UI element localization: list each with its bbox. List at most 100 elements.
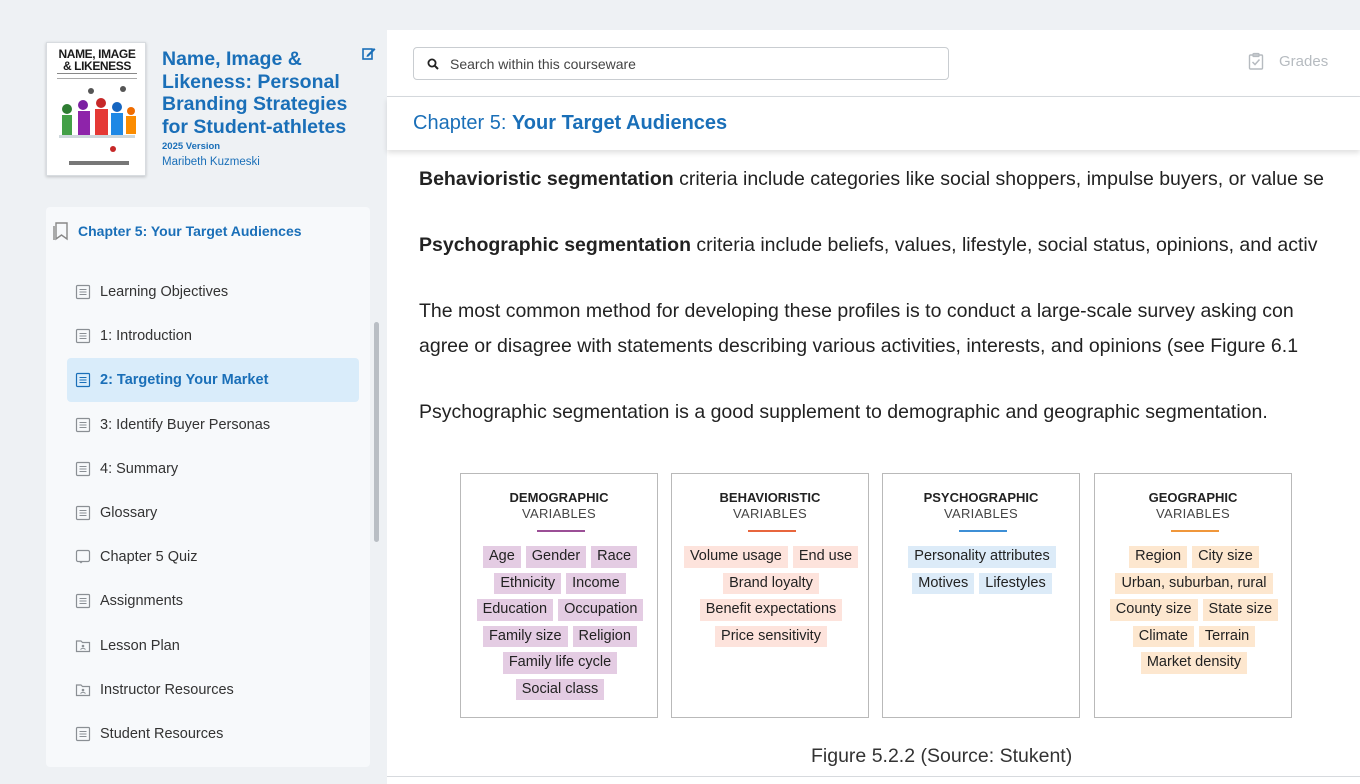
variable-tag: Volume usage	[683, 546, 788, 568]
variable-tag: Income	[566, 572, 626, 594]
variable-tag: Ethnicity	[494, 572, 562, 594]
toc-item-learning-objectives[interactable]: Learning Objectives	[67, 270, 359, 314]
variable-tag: City size	[1192, 546, 1259, 568]
toc-item-4-summary[interactable]: 4: Summary	[67, 447, 359, 491]
page-icon	[75, 329, 91, 344]
toc-item-1-introduction[interactable]: 1: Introduction	[67, 314, 359, 358]
toc-item-label: 3: Identify Buyer Personas	[100, 416, 271, 433]
athletes-illustration	[59, 86, 136, 152]
book-version: 2025 Version	[162, 141, 221, 152]
box-accent-line	[1171, 530, 1219, 532]
psychographic-variables-box: PSYCHOGRAPHIC VARIABLES Personality attrib…	[882, 473, 1080, 718]
quiz-icon	[75, 550, 91, 564]
variable-tag: Family life cycle	[502, 652, 618, 674]
paragraph-psychographic: Psychographic segmentation criteria incl…	[419, 228, 1317, 263]
cover-author-line	[69, 161, 129, 165]
toc-item-3-identify-buyer-personas[interactable]: 3: Identify Buyer Personas	[67, 403, 359, 447]
divider	[387, 776, 1360, 777]
box-accent-line	[959, 530, 1007, 532]
variable-tag: Climate	[1132, 625, 1194, 647]
cover-subtitle-lines	[57, 73, 137, 79]
grades-label: Grades	[1279, 52, 1329, 70]
grades-button[interactable]: Grades	[1247, 52, 1328, 70]
toc-item-label: 1: Introduction	[100, 328, 192, 345]
paragraph-supplement: Psychographic segmentation is a good sup…	[419, 401, 1268, 423]
page-icon	[75, 417, 91, 432]
variable-tag: Education	[476, 599, 554, 621]
edit-icon[interactable]	[362, 46, 376, 60]
variable-tags: Region City size Urban, suburban, rural Cou…	[1099, 546, 1289, 674]
variable-tag: Market density	[1140, 652, 1248, 674]
variable-tags: Personality attributes Motives Lifestyles	[887, 546, 1077, 594]
search-input[interactable]	[450, 55, 930, 72]
variable-tag: Price sensitivity	[715, 625, 827, 647]
book-cover[interactable]: NAME, IMAGE & LIKENESS	[46, 42, 146, 176]
box-title: PSYCHOGRAPHIC	[923, 490, 1039, 505]
box-subtitle: VARIABLES	[733, 506, 807, 521]
variable-tag: Urban, suburban, rural	[1115, 572, 1273, 594]
box-accent-line	[748, 530, 796, 532]
variable-tags: Age Gender Race Ethnicity Income Education Occ…	[465, 546, 655, 700]
variable-tag: Lifestyles	[979, 572, 1052, 594]
toc-item-lesson-plan[interactable]: Lesson Plan	[67, 624, 359, 668]
bookmark-icon	[53, 222, 68, 241]
variable-tags: Volume usage End use Brand loyalty Benefit …	[676, 546, 866, 647]
toc-chapter-label: Chapter 5: Your Target Audiences	[78, 223, 302, 239]
toc-item-label: Glossary	[100, 505, 158, 521]
toc-item-label: Student Resources	[100, 726, 224, 742]
variable-tag: Terrain	[1198, 625, 1256, 647]
sidebar: NAME, IMAGE & LIKENESS Name, Image & Lik…	[0, 0, 387, 784]
toc-item-instructor-resources[interactable]: Instructor Resources	[67, 668, 359, 712]
paragraph-behavioristic: Behavioristic segmentation criteria incl…	[419, 162, 1324, 197]
box-subtitle: VARIABLES	[522, 506, 596, 521]
box-subtitle: VARIABLES	[944, 506, 1018, 521]
behavioristic-variables-box: BEHAVIORISTIC VARIABLES Volume usage End us…	[671, 473, 869, 718]
variable-tag: Region	[1129, 546, 1188, 568]
chapter-name: Your Target Audiences	[511, 112, 728, 134]
box-title: GEOGRAPHIC	[1148, 490, 1238, 505]
chapter-title: Chapter 5: Your Target Audiences	[413, 112, 727, 135]
chapter-prefix: Chapter 5:	[413, 112, 512, 134]
toc-item-label: Learning Objectives	[100, 284, 229, 300]
main-content: Grades Chapter 5: Your Target Audiences …	[387, 30, 1360, 784]
term-psychographic: Psychographic segmentation	[419, 234, 691, 256]
chapter-header: Chapter 5: Your Target Audiences	[387, 97, 1360, 150]
variable-tag: Personality attributes	[908, 546, 1056, 568]
paragraph-survey-line-2: agree or disagree with statements descri…	[419, 335, 1299, 357]
toc-item-assignments[interactable]: Assignments	[67, 579, 359, 623]
folder-icon	[75, 684, 91, 696]
folder-icon	[75, 639, 91, 652]
variable-tag: Benefit expectations	[699, 599, 843, 621]
page-icon	[75, 726, 91, 742]
variable-tag: Age	[482, 546, 521, 568]
toc-item-label: Lesson Plan	[100, 637, 180, 654]
variable-tag: County size	[1109, 599, 1198, 621]
book-title[interactable]: Name, Image & Likeness: Personal Brandin…	[162, 48, 362, 138]
book-header: NAME, IMAGE & LIKENESS Name, Image & Lik…	[46, 42, 376, 182]
box-subtitle: VARIABLES	[1156, 506, 1230, 521]
page-icon	[75, 373, 91, 388]
demographic-variables-box: DEMOGRAPHIC VARIABLES Age Gender Race Ethnici…	[460, 473, 658, 718]
variable-tag: Family size	[483, 625, 568, 647]
page-icon	[75, 461, 91, 476]
variable-tag: Motives	[912, 572, 975, 594]
page-icon	[75, 284, 91, 300]
paragraph-survey-line-1: The most common method for developing th…	[419, 300, 1294, 322]
toc-item-chapter-5-quiz[interactable]: Chapter 5 Quiz	[67, 535, 359, 579]
variable-tag: State size	[1202, 599, 1279, 621]
cover-title: NAME, IMAGE & LIKENESS	[58, 47, 136, 73]
book-author: Maribeth Kuzmeski	[162, 156, 260, 168]
search-box[interactable]	[413, 47, 949, 80]
variable-tag: End use	[792, 546, 859, 568]
toc-item-label: Instructor Resources	[100, 681, 234, 698]
reading-pane: Behavioristic segmentation criteria incl…	[387, 150, 1360, 784]
toc-item-glossary[interactable]: Glossary	[67, 491, 359, 535]
variable-tag: Religion	[572, 625, 637, 647]
sidebar-scrollbar[interactable]	[374, 322, 379, 542]
box-accent-line	[537, 530, 585, 532]
toc-item-2-targeting-your-market[interactable]: 2: Targeting Your Market	[67, 358, 359, 403]
table-of-contents: Chapter 5: Your Target Audiences Learnin…	[46, 207, 370, 767]
toc-chapter-heading[interactable]: Chapter 5: Your Target Audiences	[52, 219, 302, 243]
toc-item-student-resources[interactable]: Student Resources	[67, 712, 359, 756]
page-icon	[75, 594, 91, 609]
